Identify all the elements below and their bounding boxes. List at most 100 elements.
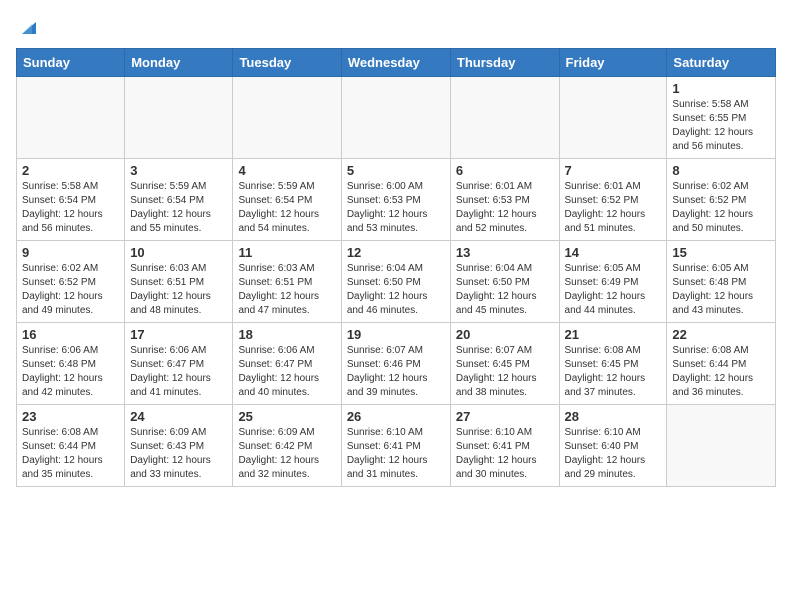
day-number: 6 [456, 163, 554, 178]
day-info: Sunrise: 6:05 AM Sunset: 6:48 PM Dayligh… [672, 262, 770, 318]
calendar-week-row: 16 Sunrise: 6:06 AM Sunset: 6:48 PM Dayli… [17, 323, 776, 405]
weekday-header: Friday [559, 49, 667, 77]
day-info: Sunrise: 5:58 AM Sunset: 6:54 PM Dayligh… [22, 180, 119, 236]
day-info: Sunrise: 6:04 AM Sunset: 6:50 PM Dayligh… [347, 262, 445, 318]
day-info: Sunrise: 6:08 AM Sunset: 6:44 PM Dayligh… [22, 426, 119, 482]
calendar-day-cell: 18 Sunrise: 6:06 AM Sunset: 6:47 PM Dayli… [233, 323, 341, 405]
day-number: 18 [238, 327, 335, 342]
calendar-day-cell: 14 Sunrise: 6:05 AM Sunset: 6:49 PM Dayli… [559, 241, 667, 323]
calendar-day-cell: 7 Sunrise: 6:01 AM Sunset: 6:52 PM Daylig… [559, 159, 667, 241]
day-number: 27 [456, 409, 554, 424]
day-number: 8 [672, 163, 770, 178]
day-number: 19 [347, 327, 445, 342]
day-number: 24 [130, 409, 227, 424]
calendar-day-cell: 21 Sunrise: 6:08 AM Sunset: 6:45 PM Dayli… [559, 323, 667, 405]
day-info: Sunrise: 6:09 AM Sunset: 6:43 PM Dayligh… [130, 426, 227, 482]
calendar-day-cell: 24 Sunrise: 6:09 AM Sunset: 6:43 PM Dayli… [125, 405, 233, 487]
calendar-day-cell: 2 Sunrise: 5:58 AM Sunset: 6:54 PM Daylig… [17, 159, 125, 241]
calendar-table: SundayMondayTuesdayWednesdayThursdayFrid… [16, 48, 776, 487]
day-info: Sunrise: 6:07 AM Sunset: 6:46 PM Dayligh… [347, 344, 445, 400]
day-info: Sunrise: 6:10 AM Sunset: 6:41 PM Dayligh… [347, 426, 445, 482]
day-number: 11 [238, 245, 335, 260]
calendar-day-cell: 28 Sunrise: 6:10 AM Sunset: 6:40 PM Dayli… [559, 405, 667, 487]
day-info: Sunrise: 6:07 AM Sunset: 6:45 PM Dayligh… [456, 344, 554, 400]
day-number: 20 [456, 327, 554, 342]
day-info: Sunrise: 6:06 AM Sunset: 6:48 PM Dayligh… [22, 344, 119, 400]
calendar-day-cell [450, 77, 559, 159]
day-info: Sunrise: 6:00 AM Sunset: 6:53 PM Dayligh… [347, 180, 445, 236]
calendar-day-cell: 5 Sunrise: 6:00 AM Sunset: 6:53 PM Daylig… [341, 159, 450, 241]
calendar-day-cell: 3 Sunrise: 5:59 AM Sunset: 6:54 PM Daylig… [125, 159, 233, 241]
calendar-day-cell: 12 Sunrise: 6:04 AM Sunset: 6:50 PM Dayli… [341, 241, 450, 323]
day-number: 17 [130, 327, 227, 342]
calendar-week-row: 2 Sunrise: 5:58 AM Sunset: 6:54 PM Daylig… [17, 159, 776, 241]
day-number: 23 [22, 409, 119, 424]
day-number: 1 [672, 81, 770, 96]
day-number: 7 [565, 163, 662, 178]
day-number: 15 [672, 245, 770, 260]
calendar-day-cell: 19 Sunrise: 6:07 AM Sunset: 6:46 PM Dayli… [341, 323, 450, 405]
day-number: 28 [565, 409, 662, 424]
day-info: Sunrise: 6:04 AM Sunset: 6:50 PM Dayligh… [456, 262, 554, 318]
calendar-week-row: 23 Sunrise: 6:08 AM Sunset: 6:44 PM Dayli… [17, 405, 776, 487]
day-number: 26 [347, 409, 445, 424]
day-info: Sunrise: 6:05 AM Sunset: 6:49 PM Dayligh… [565, 262, 662, 318]
day-info: Sunrise: 6:03 AM Sunset: 6:51 PM Dayligh… [130, 262, 227, 318]
day-number: 5 [347, 163, 445, 178]
weekday-header: Tuesday [233, 49, 341, 77]
calendar-day-cell: 11 Sunrise: 6:03 AM Sunset: 6:51 PM Dayli… [233, 241, 341, 323]
calendar-day-cell: 20 Sunrise: 6:07 AM Sunset: 6:45 PM Dayli… [450, 323, 559, 405]
day-number: 21 [565, 327, 662, 342]
day-info: Sunrise: 6:08 AM Sunset: 6:45 PM Dayligh… [565, 344, 662, 400]
calendar-header-row: SundayMondayTuesdayWednesdayThursdayFrid… [17, 49, 776, 77]
calendar-day-cell: 25Sunrise: 6:09 AM Sunset: 6:42 PM Dayli… [233, 405, 341, 487]
day-info: Sunrise: 5:59 AM Sunset: 6:54 PM Dayligh… [130, 180, 227, 236]
day-info: Sunrise: 6:02 AM Sunset: 6:52 PM Dayligh… [672, 180, 770, 236]
calendar-day-cell: 16 Sunrise: 6:06 AM Sunset: 6:48 PM Dayli… [17, 323, 125, 405]
calendar-day-cell [125, 77, 233, 159]
day-info: Sunrise: 5:59 AM Sunset: 6:54 PM Dayligh… [238, 180, 335, 236]
day-number: 9 [22, 245, 119, 260]
calendar-day-cell: 23 Sunrise: 6:08 AM Sunset: 6:44 PM Dayli… [17, 405, 125, 487]
calendar-day-cell: 10 Sunrise: 6:03 AM Sunset: 6:51 PM Dayli… [125, 241, 233, 323]
day-number: 10 [130, 245, 227, 260]
day-info: Sunrise: 6:10 AM Sunset: 6:41 PM Dayligh… [456, 426, 554, 482]
calendar-day-cell: 9 Sunrise: 6:02 AM Sunset: 6:52 PM Daylig… [17, 241, 125, 323]
day-info: Sunrise: 6:03 AM Sunset: 6:51 PM Dayligh… [238, 262, 335, 318]
day-number: 13 [456, 245, 554, 260]
day-number: 4 [238, 163, 335, 178]
calendar-day-cell [667, 405, 776, 487]
day-number: 14 [565, 245, 662, 260]
day-number: 2 [22, 163, 119, 178]
day-info: Sunrise: 5:58 AM Sunset: 6:55 PM Dayligh… [672, 98, 770, 154]
day-info: Sunrise: 6:02 AM Sunset: 6:52 PM Dayligh… [22, 262, 119, 318]
day-number: 12 [347, 245, 445, 260]
weekday-header: Saturday [667, 49, 776, 77]
calendar-day-cell: 27 Sunrise: 6:10 AM Sunset: 6:41 PM Dayli… [450, 405, 559, 487]
day-info: Sunrise: 6:01 AM Sunset: 6:53 PM Dayligh… [456, 180, 554, 236]
weekday-header: Thursday [450, 49, 559, 77]
weekday-header: Wednesday [341, 49, 450, 77]
day-number: 16 [22, 327, 119, 342]
calendar-day-cell [559, 77, 667, 159]
calendar-day-cell: 17 Sunrise: 6:06 AM Sunset: 6:47 PM Dayli… [125, 323, 233, 405]
day-info: Sunrise: 6:01 AM Sunset: 6:52 PM Dayligh… [565, 180, 662, 236]
calendar-week-row: 9 Sunrise: 6:02 AM Sunset: 6:52 PM Daylig… [17, 241, 776, 323]
calendar-day-cell [17, 77, 125, 159]
day-info: Sunrise: 6:06 AM Sunset: 6:47 PM Dayligh… [130, 344, 227, 400]
weekday-header: Sunday [17, 49, 125, 77]
calendar-day-cell: 8 Sunrise: 6:02 AM Sunset: 6:52 PM Daylig… [667, 159, 776, 241]
day-number: 22 [672, 327, 770, 342]
day-number: 3 [130, 163, 227, 178]
calendar-day-cell [341, 77, 450, 159]
logo-icon [18, 18, 36, 36]
day-info: Sunrise: 6:06 AM Sunset: 6:47 PM Dayligh… [238, 344, 335, 400]
calendar-day-cell [233, 77, 341, 159]
day-info: Sunrise: 6:08 AM Sunset: 6:44 PM Dayligh… [672, 344, 770, 400]
calendar-week-row: 1 Sunrise: 5:58 AM Sunset: 6:55 PM Daylig… [17, 77, 776, 159]
logo [16, 16, 36, 36]
calendar-day-cell: 6 Sunrise: 6:01 AM Sunset: 6:53 PM Daylig… [450, 159, 559, 241]
day-info: Sunrise: 6:10 AM Sunset: 6:40 PM Dayligh… [565, 426, 662, 482]
day-number: 25 [238, 409, 335, 424]
calendar-day-cell: 22 Sunrise: 6:08 AM Sunset: 6:44 PM Dayli… [667, 323, 776, 405]
